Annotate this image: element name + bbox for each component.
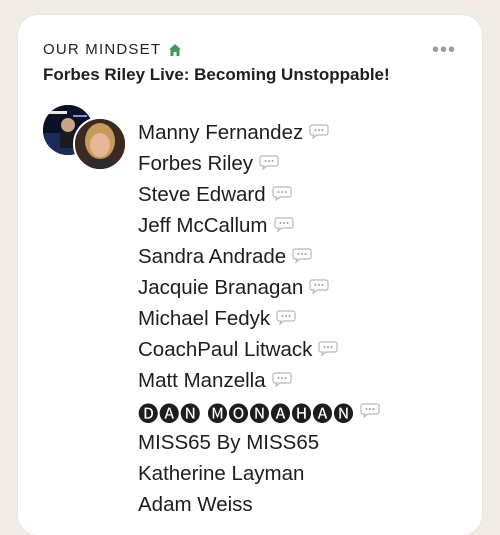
chat-bubble-icon (309, 276, 329, 295)
speaker-avatars[interactable] (41, 103, 131, 173)
host-portrait-avatar[interactable] (73, 117, 127, 171)
attendee-item[interactable]: Forbes Riley (138, 148, 380, 179)
attendee-name: Michael Fedyk (138, 306, 271, 330)
chat-bubble-icon (318, 338, 338, 357)
room-title: Forbes Riley Live: Becoming Unstoppable! (43, 65, 390, 84)
attendee-name: Jeff McCallum (138, 213, 268, 237)
attendee-name: Steve Edward (138, 182, 266, 206)
attendee-list: Manny Fernandez Forbes Riley Steve Edwar… (138, 117, 380, 520)
attendee-name: 🅓🅐🅝 🅜🅞🅝🅐🅗🅐🅝 (138, 402, 355, 426)
attendee-item[interactable]: Adam Weiss (138, 489, 380, 520)
attendee-name: MISS65 By MISS65 (138, 430, 320, 454)
attendee-name: Katherine Layman (138, 461, 305, 485)
attendee-item[interactable]: MISS65 By MISS65 (138, 427, 380, 458)
chat-bubble-icon (292, 245, 312, 264)
attendee-name: Sandra Andrade (138, 244, 287, 268)
attendee-name: Adam Weiss (138, 492, 253, 516)
house-icon (168, 43, 182, 57)
chat-bubble-icon (360, 400, 380, 419)
club-name: OUR MINDSET (43, 41, 162, 58)
attendee-item[interactable]: Jeff McCallum (138, 210, 380, 241)
attendee-name: Matt Manzella (138, 368, 266, 392)
more-options-button[interactable]: ••• (432, 39, 456, 62)
attendee-item[interactable]: Michael Fedyk (138, 303, 380, 334)
attendee-item[interactable]: CoachPaul Litwack (138, 334, 380, 365)
room-card[interactable]: OUR MINDSET ••• Forbes Riley Live: Becom… (18, 15, 482, 535)
attendee-name: Forbes Riley (138, 151, 254, 175)
chat-bubble-icon (273, 214, 294, 233)
chat-bubble-icon (276, 307, 296, 326)
attendee-item[interactable]: Sandra Andrade (138, 241, 380, 272)
attendee-name: CoachPaul Litwack (138, 337, 313, 361)
chat-bubble-icon (259, 152, 279, 171)
attendee-item[interactable]: 🅓🅐🅝 🅜🅞🅝🅐🅗🅐🅝 (138, 396, 380, 427)
attendee-item[interactable]: Jacquie Branagan (138, 272, 380, 303)
attendee-item[interactable]: Matt Manzella (138, 365, 380, 396)
attendee-name: Jacquie Branagan (138, 275, 304, 299)
chat-bubble-icon (272, 183, 292, 202)
attendee-item[interactable]: Manny Fernandez (138, 117, 380, 148)
club-label[interactable]: OUR MINDSET (43, 41, 182, 58)
attendee-item[interactable]: Steve Edward (138, 179, 380, 210)
chat-bubble-icon (309, 121, 329, 140)
more-dots-icon: ••• (431, 39, 456, 61)
chat-bubble-icon (272, 369, 292, 388)
attendee-name: Manny Fernandez (138, 120, 304, 144)
attendee-item[interactable]: Katherine Layman (138, 458, 380, 489)
